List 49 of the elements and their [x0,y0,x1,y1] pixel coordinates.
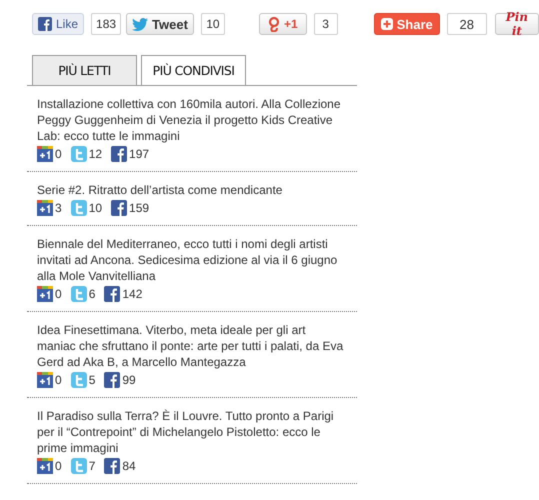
twitter-icon [70,200,87,216]
facebook-icon [111,146,128,162]
twitter-icon [70,146,87,162]
article-link[interactable]: Biennale del Mediterraneo, ecco tutti i nomi degli artisti invitati ad Ancona. Sedicesima edizione al via il 6 giugno alla Mole Vanvitelliana [37,236,347,284]
facebook-icon [104,372,120,388]
facebook-count: 142 [122,286,142,300]
g-logo-icon [268,16,280,32]
article-link[interactable]: Serie #2. Ritratto dell’artista come mendicante [37,182,347,198]
facebook-count: 99 [122,372,136,386]
google-plus-icon [37,372,53,388]
share-count: 3 [314,13,338,35]
twitter-icon [70,458,87,474]
google-count: 0 [55,146,62,160]
share-count: 28 [446,13,487,35]
twitter-count: 7 [88,458,96,472]
google-plus-button[interactable]: +1 [258,13,307,35]
share-count: 10 [200,13,225,35]
tab[interactable]: PIÙ LETTI [32,55,137,85]
google-plus-icon [37,146,53,162]
facebook-icon [104,286,120,302]
tweet-button[interactable]: Tweet [126,13,194,35]
article-link[interactable]: Idea Finesettimana. Viterbo, meta ideale per gli art maniac che sfruttano il ponte: arte per tutti i palati, da Eva Gerd ad Aka B, a Marcello Mantegazza [37,322,347,370]
tab[interactable]: PIÙ CONDIVISI [141,55,246,85]
share-count: 183 [91,13,122,35]
facebook-count: 84 [122,458,136,472]
pin-it-button[interactable]: Pin it [494,13,539,35]
twitter-count: 12 [88,146,102,160]
google-plus-icon [37,286,53,302]
plus-icon [380,18,393,30]
facebook-icon [38,17,52,31]
google-count: 0 [55,286,62,300]
google-count: 3 [55,200,62,214]
facebook-count: 197 [129,146,150,160]
twitter-icon [70,286,87,302]
twitter-count: 5 [88,372,96,386]
twitter-icon [70,372,87,388]
twitter-count: 10 [88,200,102,214]
twitter-count: 6 [88,286,96,300]
article-link[interactable]: Il Paradiso sulla Terra? È il Louvre. Tutto pronto a Parigi per il “Contrepoint” di Michelangelo Pistoletto: ecco le prime immagini [37,408,347,456]
google-count: 0 [55,458,62,472]
google-plus-icon [37,200,53,216]
bird-icon [132,18,148,30]
facebook-count: 159 [129,200,150,214]
google-plus-icon [37,458,53,474]
like-button[interactable]: Like [32,13,84,35]
facebook-icon [111,200,128,216]
facebook-icon [104,458,120,474]
article-link[interactable]: Installazione collettiva con 160mila autori. Alla Collezione Peggy Guggenheim di Venezia il progetto Kids Creative Lab: ecco tutte le immagini [37,96,347,144]
google-count: 0 [55,372,62,386]
